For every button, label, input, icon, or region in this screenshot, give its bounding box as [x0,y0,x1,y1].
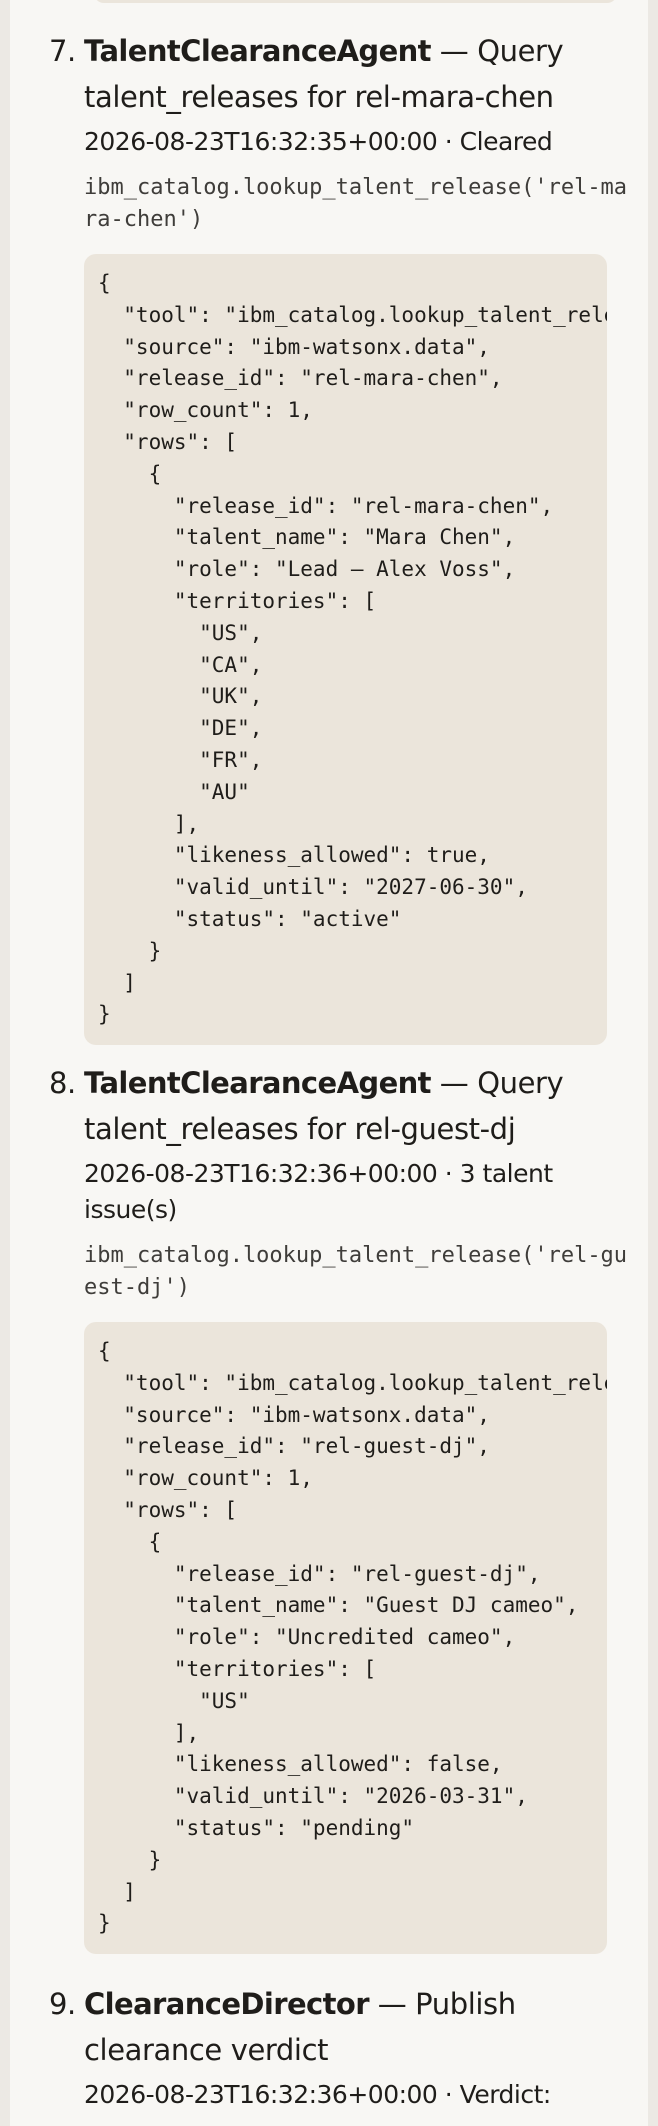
json-output: { "tool": "ibm_catalog.lookup_talent_rel… [98,1339,607,1936]
tool-call: ibm_catalog.lookup_talent_release('rel-m… [84,175,628,232]
entry-number: 7. [49,34,76,68]
entry-meta: 2026-08-23T16:32:36+00:00 · 3 talent iss… [84,1159,553,1224]
entry-meta: 2026-08-23T16:32:36+00:00 · Verdict: [84,2080,551,2109]
activity-log-panel: 7. TalentClearanceAgent — Query talent_r… [10,0,648,2126]
previous-code-block-bottom [94,0,617,3]
entry-number: 8. [49,1066,76,1100]
agent-name: TalentClearanceAgent [84,34,432,68]
json-output-block: { "tool": "ibm_catalog.lookup_talent_rel… [84,254,607,1046]
json-output-block: { "tool": "ibm_catalog.lookup_talent_rel… [84,1322,607,1955]
entry-title: TalentClearanceAgent — Query talent_rele… [84,28,629,120]
entry-number: 9. [49,1987,76,2021]
tool-call: ibm_catalog.lookup_talent_release('rel-g… [84,1243,628,1300]
agent-name: TalentClearanceAgent [84,1066,432,1100]
agent-name: ClearanceDirector [84,1987,370,2021]
entry-meta: 2026-08-23T16:32:35+00:00 · Cleared [84,127,553,156]
entry-title: ClearanceDirector — Publish clearance ve… [84,1981,629,2073]
json-output: { "tool": "ibm_catalog.lookup_talent_rel… [98,271,607,1027]
entry-title: TalentClearanceAgent — Query talent_rele… [84,1060,629,1152]
